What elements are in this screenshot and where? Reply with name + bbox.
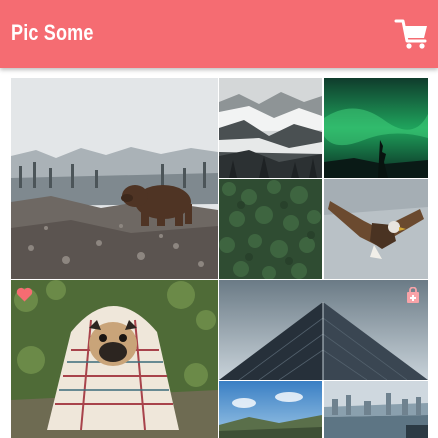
photo-blue-sky[interactable] xyxy=(219,381,322,438)
photo-pug[interactable] xyxy=(11,280,218,438)
heart-icon[interactable] xyxy=(16,287,33,302)
photo-grid xyxy=(0,68,438,438)
photo-harbor-city[interactable] xyxy=(324,381,428,438)
cart-icon xyxy=(394,19,427,49)
app-title: Pic Some xyxy=(11,20,94,45)
photo-eagle[interactable] xyxy=(324,179,428,279)
photo-aurora[interactable] xyxy=(324,78,428,178)
photo-ivy-wall[interactable] xyxy=(219,179,322,279)
cart-add-icon[interactable] xyxy=(405,287,421,304)
photo-skyscraper[interactable] xyxy=(219,280,428,380)
photo-bear[interactable] xyxy=(11,78,218,279)
cart-button[interactable] xyxy=(394,17,430,51)
app-header: Pic Some xyxy=(0,0,438,68)
photo-misty-forest[interactable] xyxy=(219,78,322,178)
